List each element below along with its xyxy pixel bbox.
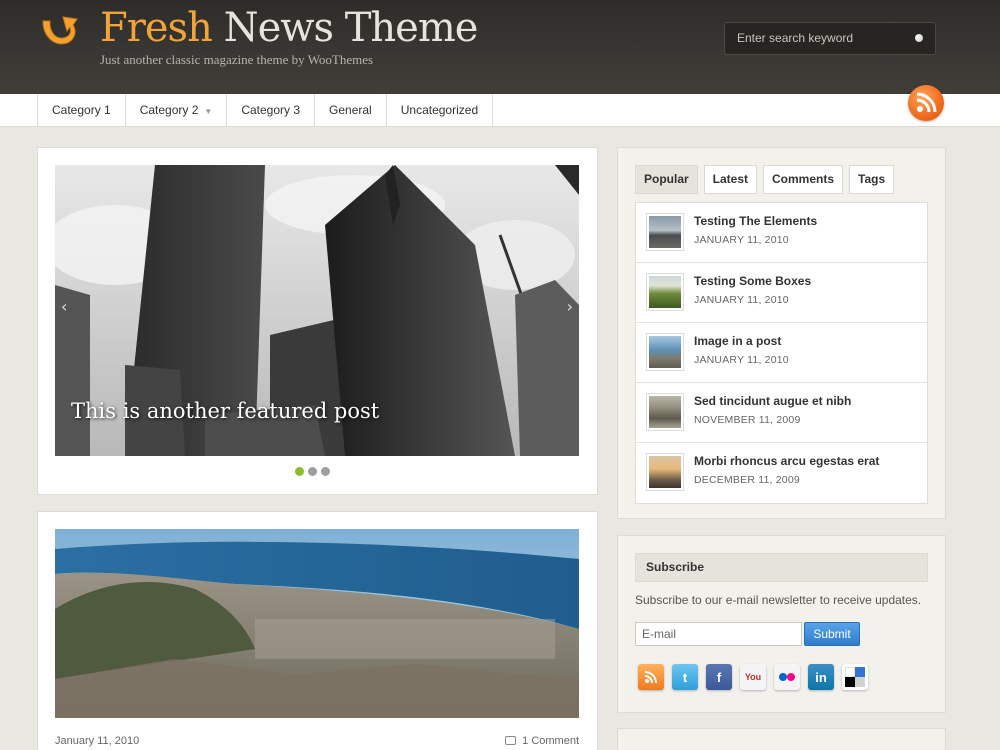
slider-pagination <box>295 467 330 476</box>
list-item[interactable]: Testing The Elements JANUARY 11, 2010 <box>636 203 927 263</box>
featured-image[interactable]: ‹ › This is another featured post <box>55 165 579 456</box>
post-comments-link[interactable]: 1 Comment <box>505 735 579 747</box>
social-icons: t f You in <box>638 664 868 690</box>
tab-comments[interactable]: Comments <box>763 165 844 194</box>
tab-bar: Popular Latest Comments Tags <box>635 165 895 194</box>
tab-tags[interactable]: Tags <box>849 165 895 194</box>
comment-icon <box>505 736 517 745</box>
list-item-date: DECEMBER 11, 2009 <box>694 474 800 486</box>
nav-item-label: Category 1 <box>52 103 111 117</box>
nav-item-category-2[interactable]: Category 2 ▼ <box>126 94 228 126</box>
nav-item-label: Uncategorized <box>400 103 479 117</box>
popular-posts-list: Testing The Elements JANUARY 11, 2010 Te… <box>635 202 928 504</box>
chevron-down-icon: ▼ <box>204 107 213 116</box>
post-thumbnail[interactable] <box>646 453 684 491</box>
flickr-icon[interactable] <box>774 664 800 690</box>
slider-dot[interactable] <box>295 467 304 476</box>
nav-list: Category 1 Category 2 ▼ Category 3 Genera… <box>37 94 494 126</box>
site-header: Fresh News Theme Just another classic ma… <box>0 0 1000 94</box>
post-date: January 11, 2010 <box>55 735 140 747</box>
post-image[interactable] <box>55 529 579 718</box>
linkedin-icon[interactable]: in <box>808 664 834 690</box>
list-item-title[interactable]: Morbi rhoncus arcu egestas erat <box>694 454 879 468</box>
search-box <box>724 22 936 55</box>
twitter-icon[interactable]: t <box>672 664 698 690</box>
site-title[interactable]: Fresh News Theme <box>100 4 479 52</box>
nav-item-general[interactable]: General <box>315 94 387 126</box>
submit-button[interactable]: Submit <box>804 622 860 646</box>
tabs-widget: Popular Latest Comments Tags Testing The… <box>617 147 946 519</box>
email-field[interactable] <box>635 622 802 646</box>
logo-icon[interactable] <box>37 7 81 51</box>
facebook-icon[interactable]: f <box>706 664 732 690</box>
post-thumbnail[interactable] <box>646 273 684 311</box>
site-tagline: Just another classic magazine theme by W… <box>100 52 374 67</box>
list-item-title[interactable]: Sed tincidunt augue et nibh <box>694 394 851 408</box>
nav-item-uncategorized[interactable]: Uncategorized <box>387 94 494 126</box>
post-card: January 11, 2010 1 Comment <box>37 511 598 750</box>
slider-dot[interactable] <box>321 467 330 476</box>
main-nav: Category 1 Category 2 ▼ Category 3 Genera… <box>0 94 1000 127</box>
list-item-date: JANUARY 11, 2010 <box>694 354 789 366</box>
comments-count: 1 Comment <box>522 735 579 747</box>
nav-item-label: Category 3 <box>241 103 301 117</box>
prev-slide-icon[interactable]: ‹ <box>61 297 67 316</box>
site-title-accent: Fresh <box>100 5 213 51</box>
post-thumbnail[interactable] <box>646 213 684 251</box>
youtube-icon[interactable]: You <box>740 664 766 690</box>
site-title-main: News Theme <box>223 5 479 51</box>
search-button-icon[interactable] <box>915 34 923 42</box>
list-item-date: NOVEMBER 11, 2009 <box>694 414 801 426</box>
nav-item-category-1[interactable]: Category 1 <box>38 94 126 126</box>
featured-caption[interactable]: This is another featured post <box>71 399 379 423</box>
post-thumbnail[interactable] <box>646 393 684 431</box>
nav-item-label: General <box>329 103 372 117</box>
slider-dot[interactable] <box>308 467 317 476</box>
list-item[interactable]: Morbi rhoncus arcu egestas erat DECEMBER… <box>636 443 927 503</box>
rss-icon[interactable] <box>638 664 664 690</box>
subscribe-widget: Subscribe Subscribe to our e-mail newsle… <box>617 535 946 713</box>
list-item-title[interactable]: Image in a post <box>694 334 781 348</box>
list-item-date: JANUARY 11, 2010 <box>694 294 789 306</box>
sidebar-widget <box>617 728 946 750</box>
tab-popular[interactable]: Popular <box>635 165 698 194</box>
delicious-icon[interactable] <box>842 664 868 690</box>
featured-slider: ‹ › This is another featured post <box>37 147 598 495</box>
list-item-date: JANUARY 11, 2010 <box>694 234 789 246</box>
rss-feed-icon[interactable] <box>908 85 944 121</box>
search-input[interactable] <box>737 31 912 45</box>
nav-item-category-3[interactable]: Category 3 <box>227 94 316 126</box>
next-slide-icon[interactable]: › <box>567 297 573 316</box>
list-item[interactable]: Testing Some Boxes JANUARY 11, 2010 <box>636 263 927 323</box>
subscribe-heading: Subscribe <box>635 553 928 582</box>
subscribe-text: Subscribe to our e-mail newsletter to re… <box>635 593 922 607</box>
post-thumbnail[interactable] <box>646 333 684 371</box>
tab-latest[interactable]: Latest <box>703 165 758 194</box>
list-item-title[interactable]: Testing Some Boxes <box>694 274 811 288</box>
list-item-title[interactable]: Testing The Elements <box>694 214 817 228</box>
list-item[interactable]: Image in a post JANUARY 11, 2010 <box>636 323 927 383</box>
nav-item-label: Category 2 <box>139 103 199 117</box>
list-item[interactable]: Sed tincidunt augue et nibh NOVEMBER 11,… <box>636 383 927 443</box>
